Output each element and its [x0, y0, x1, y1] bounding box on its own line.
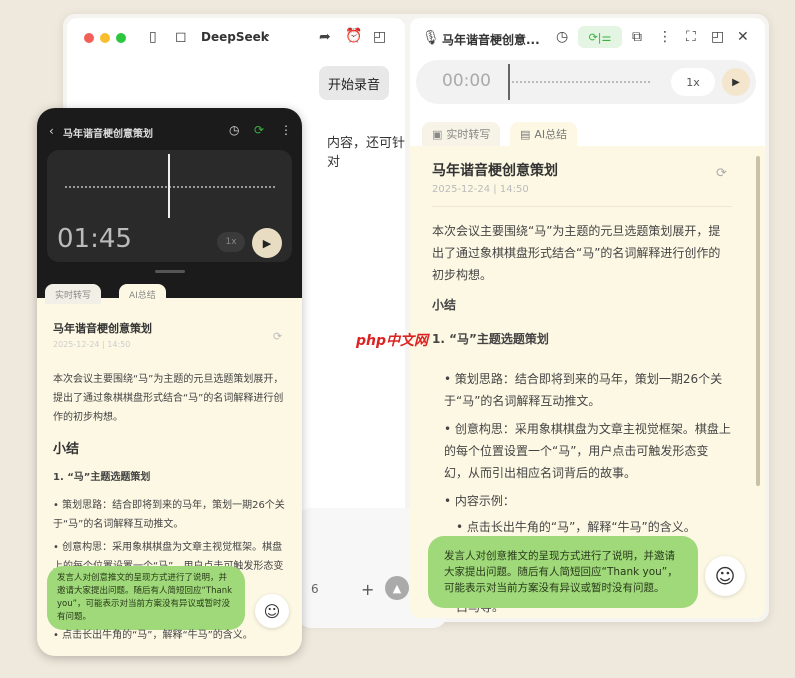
- playhead[interactable]: [508, 64, 510, 100]
- tab-label: 实时转写: [446, 128, 491, 141]
- back-icon[interactable]: ‹: [49, 124, 54, 138]
- scrollbar[interactable]: [756, 156, 760, 486]
- summary-meta: 2025-12-24 | 14:50: [432, 184, 529, 195]
- pip-icon[interactable]: ◰: [711, 29, 724, 45]
- start-recording-button[interactable]: 开始录音: [319, 66, 389, 100]
- subsection-heading: 1. “马”主题选题策划: [432, 332, 549, 346]
- copy-icon[interactable]: ⧉: [632, 29, 642, 45]
- transcript-icon: ▣: [432, 127, 443, 141]
- fullscreen-icon[interactable]: ⛶: [686, 29, 696, 45]
- tab-live-transcription[interactable]: 实时转写: [45, 284, 102, 304]
- share-icon[interactable]: ➦: [319, 29, 331, 45]
- bullet: • 内容示例：: [444, 494, 515, 508]
- waveform[interactable]: [512, 81, 652, 83]
- more-icon[interactable]: ⋮: [280, 123, 292, 137]
- sidebar-toggle-icon[interactable]: ▯: [149, 29, 157, 45]
- history-icon[interactable]: ◷: [556, 29, 568, 45]
- new-chat-icon[interactable]: ◻: [175, 29, 187, 45]
- tab-label: AI总结: [534, 128, 568, 141]
- alarm-icon[interactable]: ⏰: [345, 28, 362, 44]
- ai-bubble: 发言人对创意推文的呈现方式进行了说明，并邀请大家提出问题。随后有人简短回应“Th…: [47, 566, 245, 630]
- playback-time: 01:45: [57, 224, 132, 254]
- bullet: • 策划思路：结合即将到来的马年，策划一期26个关于“马”的名词解释互动推文。: [53, 500, 285, 530]
- more-icon[interactable]: ⋮: [658, 29, 672, 45]
- plus-icon[interactable]: +: [361, 580, 374, 599]
- phone-player: 01:45 1x ▶: [47, 150, 292, 262]
- tab-ai-summary[interactable]: AI总结: [119, 284, 166, 304]
- close-icon[interactable]: ✕: [737, 29, 749, 45]
- phone-header: ‹ 马年谐音梗创意策划 ◷ ⟳ ⋮ 01:45 1x ▶ 实时转写 AI总结: [37, 108, 302, 304]
- recording-title: 马年谐音梗创意...: [442, 33, 540, 47]
- summary-icon: ▤: [520, 127, 531, 141]
- summary-intro: 本次会议主要围绕“马”为主题的元旦选题策划展开，提出了通过象棋棋盘形式结合“马”…: [432, 224, 721, 282]
- speed-button[interactable]: 1x: [217, 232, 245, 252]
- phone-mockup: ‹ 马年谐音梗创意策划 ◷ ⟳ ⋮ 01:45 1x ▶ 实时转写 AI总结 马…: [37, 108, 302, 656]
- history-icon[interactable]: ◷: [229, 123, 239, 137]
- waveform[interactable]: [65, 186, 275, 188]
- play-button[interactable]: ▶: [252, 228, 282, 258]
- assistant-avatar-button[interactable]: ☺: [255, 594, 289, 628]
- section-heading: 小结: [53, 442, 80, 457]
- summary-intro: 本次会议主要围绕“马”为主题的元旦选题策划展开，提出了通过象棋棋盘形式结合“马”…: [53, 374, 284, 423]
- recording-panel: 🎙 马年谐音梗创意... ◷ ⟳|⚌ ⧉ ⋮ ⛶ ◰ ✕ 00:00 1x ▶ …: [410, 18, 765, 618]
- tab-live-transcription[interactable]: ▣ 实时转写: [422, 122, 501, 146]
- minimize-window-button[interactable]: [100, 33, 110, 43]
- bullet: • 策划思路：结合即将到来的马年，策划一期26个关于“马”的名词解释互动推文。: [444, 372, 723, 408]
- play-button[interactable]: ▶: [722, 68, 750, 96]
- summary-title: 马年谐音梗创意策划: [53, 322, 152, 335]
- ai-bubble: 发言人对创意推文的呈现方式进行了说明，并邀请大家提出问题。随后有人简短回应“Th…: [428, 536, 698, 608]
- audio-player: 00:00 1x ▶: [416, 60, 756, 104]
- watermark: php中文网: [356, 333, 429, 349]
- tab-ai-summary[interactable]: ▤ AI总结: [510, 122, 578, 146]
- assistant-avatar-button[interactable]: ☺: [705, 556, 745, 596]
- phone-title: 马年谐音梗创意策划: [63, 129, 153, 140]
- chevron-down-icon[interactable]: ⌄: [263, 29, 271, 40]
- tab-label: 实时转写: [55, 290, 92, 301]
- recorder-icon: 🎙: [422, 30, 440, 46]
- bullet: • 点击长出牛角的“马”，解释“牛马”的含义。: [53, 630, 253, 641]
- transcribe-icon[interactable]: ⟳: [254, 123, 264, 137]
- speed-button[interactable]: 1x: [671, 68, 715, 96]
- playhead[interactable]: [168, 154, 170, 218]
- close-window-button[interactable]: [84, 33, 94, 43]
- maximize-window-button[interactable]: [116, 33, 126, 43]
- tab-label: AI总结: [129, 290, 156, 301]
- bullet: • 创意构思：采用象棋棋盘为文章主视觉框架。棋盘上的每个位置设置一个“马”，用户…: [444, 422, 731, 480]
- refresh-icon[interactable]: ⟳: [273, 330, 282, 343]
- input-text: 6: [311, 582, 319, 596]
- summary-title: 马年谐音梗创意策划: [432, 163, 558, 179]
- summary-meta: 2025-12-24 | 14:50: [53, 340, 131, 349]
- chat-text: 内容，还可针对: [327, 136, 406, 170]
- playback-time: 00:00: [442, 71, 491, 91]
- transcribe-settings-button[interactable]: ⟳|⚌: [578, 26, 622, 48]
- window-icon[interactable]: ◰: [373, 29, 386, 45]
- section-heading: 小结: [432, 298, 457, 312]
- sub-bullet: • 点击长出牛角的“马”，解释“牛马”的含义。: [456, 520, 696, 534]
- send-button[interactable]: ▲: [385, 576, 409, 600]
- divider: [432, 206, 732, 207]
- refresh-icon[interactable]: ⟳: [716, 166, 727, 181]
- subsection-heading: 1. “马”主题选题策划: [53, 472, 151, 483]
- model-selector[interactable]: DeepSeek: [201, 30, 269, 44]
- drag-handle[interactable]: [155, 270, 185, 273]
